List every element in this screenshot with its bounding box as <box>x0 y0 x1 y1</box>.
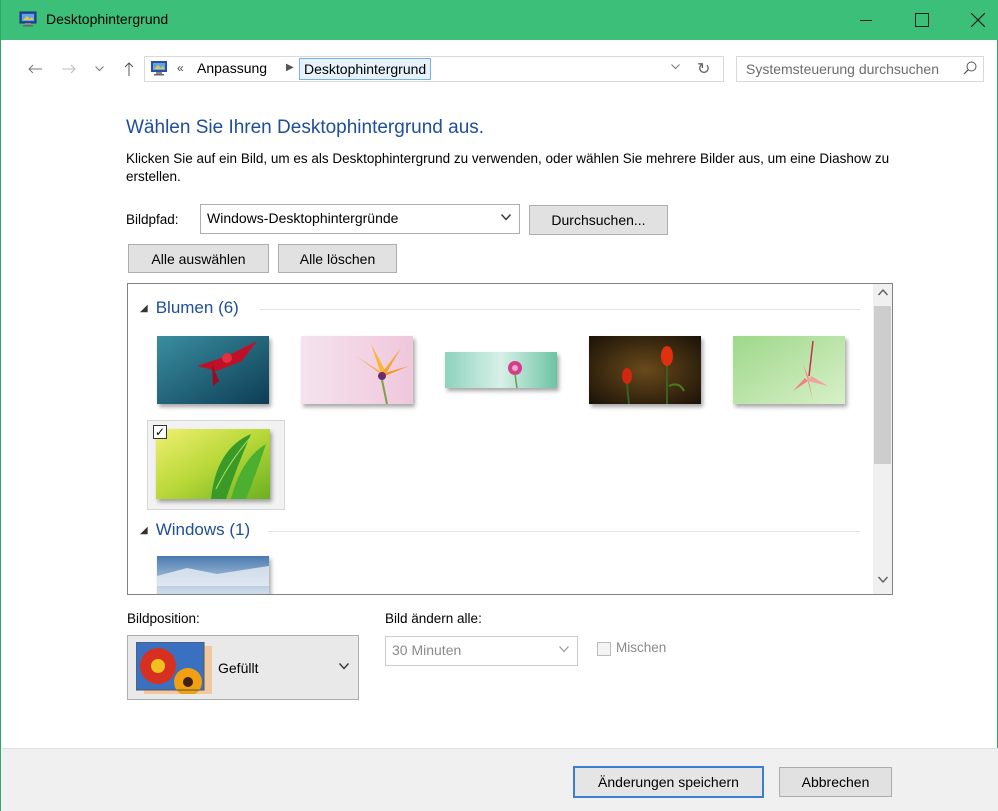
search-input[interactable]: Systemsteuerung durchsuchen <box>736 56 984 82</box>
chevron-down-icon <box>500 210 512 224</box>
shuffle-checkbox[interactable] <box>597 642 611 656</box>
scroll-down-button[interactable] <box>873 574 892 586</box>
group-divider <box>268 531 860 532</box>
chevron-down-icon <box>338 659 350 673</box>
chevron-down-icon <box>94 66 104 72</box>
breadcrumb-anpassung[interactable]: Anpassung <box>197 60 267 76</box>
recent-locations-button[interactable] <box>89 58 109 80</box>
wallpaper-thumbnail[interactable] <box>445 352 557 388</box>
interval-label: Bild ändern alle: <box>385 611 482 626</box>
bildpfad-value: Windows-Desktophintergründe <box>207 210 399 226</box>
wallpaper-thumbnail[interactable] <box>589 336 701 404</box>
bildposition-value: Gefüllt <box>218 660 259 676</box>
address-bar[interactable]: « Anpassung ▶ Desktophintergrund ↻ <box>144 56 724 82</box>
wallpaper-thumbnail-selected[interactable]: ✓ <box>147 420 285 510</box>
collapse-triangle-icon: ◢ <box>140 303 148 314</box>
group-label: Windows (1) <box>155 520 251 539</box>
scrollbar-thumb[interactable] <box>874 306 891 464</box>
bildposition-label: Bildposition: <box>127 611 200 626</box>
wallpaper-thumbnail[interactable] <box>733 336 845 404</box>
page-description: Klicken Sie auf ein Bild, um es als Desk… <box>126 151 890 184</box>
forward-button[interactable] <box>59 58 79 80</box>
group-header-windows[interactable]: ◢ Windows (1) <box>140 520 250 540</box>
address-dropdown-button[interactable] <box>671 61 680 73</box>
minimize-button[interactable] <box>843 0 889 40</box>
select-all-button[interactable]: Alle auswählen <box>128 244 269 273</box>
bildpfad-label: Bildpfad: <box>126 212 179 227</box>
maximize-button[interactable] <box>899 0 945 40</box>
search-placeholder: Systemsteuerung durchsuchen <box>746 61 939 77</box>
back-arrow-icon <box>28 64 42 74</box>
wallpaper-thumbnail[interactable] <box>157 336 269 404</box>
interval-value: 30 Minuten <box>392 642 462 658</box>
browse-button[interactable]: Durchsuchen... <box>529 205 668 235</box>
up-button[interactable] <box>119 58 139 80</box>
wallpaper-thumbnail[interactable] <box>157 556 269 594</box>
breadcrumb-separator-icon[interactable]: ▶ <box>286 62 294 73</box>
navigation-bar: « Anpassung ▶ Desktophintergrund ↻ Syste… <box>1 50 998 90</box>
chevron-down-icon <box>559 642 569 656</box>
search-icon[interactable] <box>963 61 977 75</box>
scroll-up-button[interactable] <box>873 287 892 299</box>
close-button[interactable] <box>955 0 998 40</box>
wallpaper-thumbnail[interactable] <box>156 429 270 499</box>
refresh-button[interactable]: ↻ <box>697 59 710 79</box>
group-label: Blumen (6) <box>155 298 239 317</box>
group-divider <box>260 309 860 310</box>
save-button[interactable]: Änderungen speichern <box>573 766 764 798</box>
picture-list[interactable]: ◢ Blumen (6) ✓ ◢ Windows (1) <box>127 283 893 595</box>
close-icon <box>971 13 985 27</box>
control-panel-icon <box>151 61 167 76</box>
address-overflow-button[interactable]: « <box>177 61 184 75</box>
cancel-button[interactable]: Abbrechen <box>779 767 892 797</box>
page-title: Wählen Sie Ihren Desktophintergrund aus. <box>126 117 485 138</box>
up-arrow-icon <box>124 62 134 76</box>
control-panel-icon <box>19 11 37 27</box>
bildposition-select[interactable]: Gefüllt <box>127 635 359 700</box>
collapse-triangle-icon: ◢ <box>140 525 148 536</box>
vertical-scrollbar[interactable] <box>873 284 892 594</box>
breadcrumb-desktophintergrund[interactable]: Desktophintergrund <box>299 58 432 80</box>
chevron-down-icon <box>671 64 680 70</box>
interval-select[interactable]: 30 Minuten <box>385 636 578 666</box>
wallpaper-thumbnail[interactable] <box>301 336 413 404</box>
wallpaper-checkbox[interactable]: ✓ <box>153 425 167 439</box>
clear-all-button[interactable]: Alle löschen <box>278 244 397 273</box>
shuffle-label: Mischen <box>616 640 667 655</box>
group-header-blumen[interactable]: ◢ Blumen (6) <box>140 298 239 318</box>
forward-arrow-icon <box>62 64 76 74</box>
bildpfad-select[interactable]: Windows-Desktophintergründe <box>200 204 520 234</box>
picture-position-preview <box>136 642 212 694</box>
title-bar[interactable]: Desktophintergrund <box>1 0 998 40</box>
window-title: Desktophintergrund <box>46 11 169 27</box>
window: Desktophintergrund « Anpassung ▶ Desktop… <box>0 0 998 811</box>
minimize-icon <box>860 20 872 21</box>
maximize-icon <box>915 13 929 27</box>
back-button[interactable] <box>25 58 45 80</box>
